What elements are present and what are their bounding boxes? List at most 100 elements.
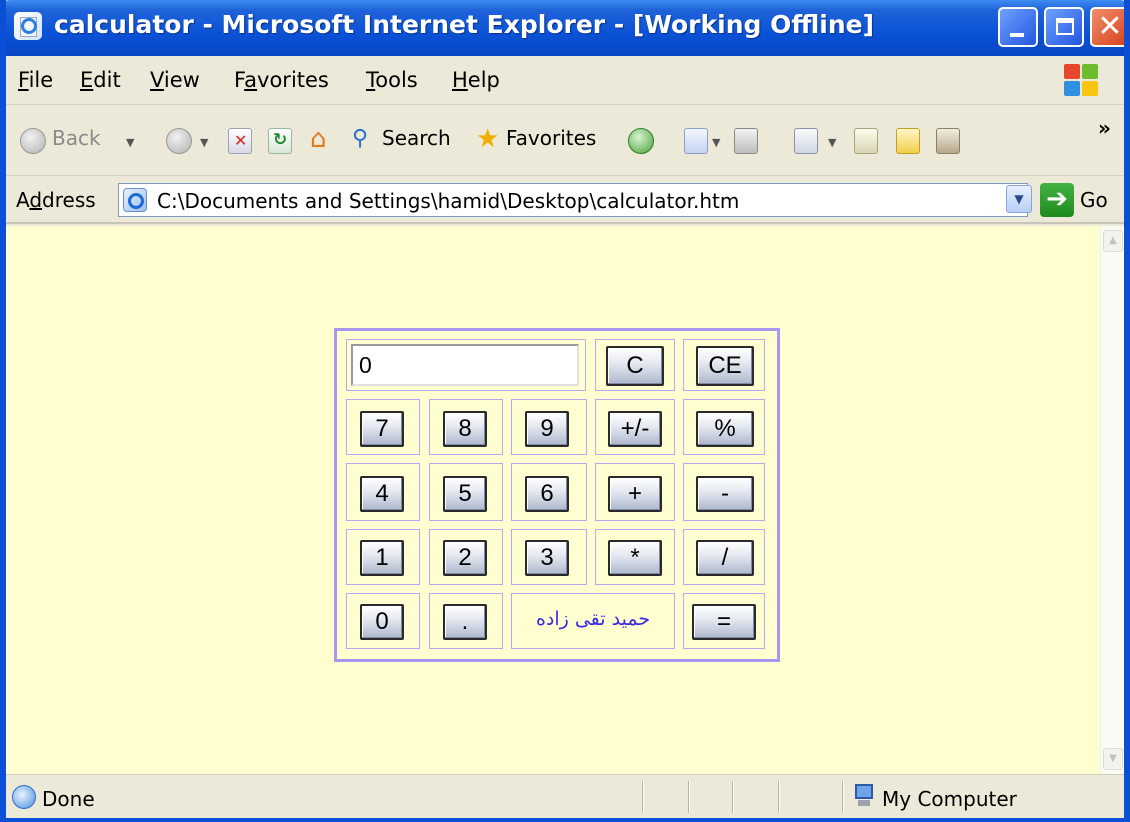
address-url[interactable]: C:\Documents and Settings\hamid\Desktop\…	[157, 189, 739, 213]
multiply-button[interactable]: *	[608, 540, 662, 576]
clear-entry-button[interactable]: CE	[696, 346, 754, 386]
window-title: calculator - Microsoft Internet Explorer…	[54, 10, 875, 39]
digit-3-button[interactable]: 3	[525, 540, 569, 576]
back-arrow-icon[interactable]	[20, 128, 46, 154]
calc-cell: 7	[346, 399, 420, 455]
display-cell: 0	[346, 339, 586, 391]
status-divider	[732, 781, 734, 813]
digit-4-button[interactable]: 4	[360, 476, 404, 512]
refresh-icon[interactable]: ↻	[268, 128, 292, 154]
security-zone: My Computer	[882, 787, 1017, 811]
discuss-icon[interactable]	[854, 128, 878, 154]
print-icon[interactable]	[734, 128, 758, 154]
author-signature: حمید تقی زاده	[535, 608, 651, 630]
stop-icon[interactable]: ✕	[228, 128, 252, 154]
calc-cell: 4	[346, 463, 420, 521]
search-icon[interactable]: ⚲	[352, 126, 376, 154]
mail-dropdown-icon[interactable]: ▼	[712, 136, 720, 149]
digit-7-button[interactable]: 7	[360, 411, 404, 447]
status-bar: Done My Computer	[6, 774, 1124, 818]
edit-dropdown-icon[interactable]: ▼	[828, 136, 836, 149]
close-button[interactable]: ✕	[1090, 7, 1124, 47]
home-icon[interactable]: ⌂	[310, 124, 334, 154]
standard-toolbar: Back ▼ ▼ ✕ ↻ ⌂ ⚲ Search ★ Favorites ▼ ▼ …	[6, 106, 1124, 176]
menu-file[interactable]: File	[18, 68, 53, 92]
page-content: 0 C CE 7 8 9 +/- % 4 5 6 + - 1 2 3 * / 0…	[6, 226, 1100, 774]
maximize-button[interactable]	[1044, 7, 1084, 47]
forward-dropdown-icon[interactable]: ▼	[200, 136, 208, 149]
address-bar: Address C:\Documents and Settings\hamid\…	[6, 176, 1124, 224]
digit-0-button[interactable]: 0	[360, 604, 404, 640]
scroll-down-icon[interactable]: ▼	[1103, 748, 1123, 770]
digit-8-button[interactable]: 8	[443, 411, 487, 447]
signature-cell: حمید تقی زاده	[511, 593, 675, 649]
mail-icon[interactable]	[684, 128, 708, 154]
ie-window: calculator - Microsoft Internet Explorer…	[0, 0, 1130, 822]
page-icon	[123, 188, 147, 212]
forward-arrow-icon[interactable]	[166, 128, 192, 154]
back-dropdown-icon[interactable]: ▼	[126, 136, 134, 149]
ie-done-icon	[12, 785, 36, 809]
go-button[interactable]: Go	[1080, 188, 1108, 212]
menu-help[interactable]: Help	[452, 68, 500, 92]
calc-cell: 6	[511, 463, 587, 521]
scroll-up-icon[interactable]: ▲	[1103, 230, 1123, 252]
calc-cell: +	[595, 463, 675, 521]
windows-logo-icon	[1064, 64, 1100, 98]
address-input[interactable]: C:\Documents and Settings\hamid\Desktop\…	[118, 183, 1028, 217]
digit-6-button[interactable]: 6	[525, 476, 569, 512]
calc-cell: -	[683, 463, 765, 521]
negate-button[interactable]: +/-	[608, 411, 662, 447]
calc-cell: 0	[346, 593, 420, 649]
calc-cell: 2	[429, 529, 503, 585]
favorites-star-icon[interactable]: ★	[476, 124, 500, 154]
minimize-button[interactable]	[998, 7, 1038, 47]
address-label: Address	[16, 188, 96, 212]
calc-cell: 1	[346, 529, 420, 585]
calculator-display[interactable]: 0	[351, 344, 579, 386]
subtract-button[interactable]: -	[696, 476, 754, 512]
divide-button[interactable]: /	[696, 540, 754, 576]
add-button[interactable]: +	[608, 476, 662, 512]
calc-cell: %	[683, 399, 765, 455]
calc-cell: 5	[429, 463, 503, 521]
back-button[interactable]: Back	[52, 126, 101, 150]
menu-favorites[interactable]: Favorites	[234, 68, 329, 92]
digit-1-button[interactable]: 1	[360, 540, 404, 576]
research-icon[interactable]	[936, 128, 960, 154]
calc-cell: /	[683, 529, 765, 585]
menu-tools[interactable]: Tools	[366, 68, 418, 92]
equals-button[interactable]: =	[692, 604, 756, 640]
title-bar[interactable]: calculator - Microsoft Internet Explorer…	[6, 0, 1124, 56]
menu-view[interactable]: View	[150, 68, 200, 92]
percent-button[interactable]: %	[696, 411, 754, 447]
edit-icon[interactable]	[794, 128, 818, 154]
go-arrow-icon[interactable]: ➔	[1040, 183, 1074, 217]
calc-cell: .	[429, 593, 503, 649]
status-text: Done	[42, 787, 95, 811]
calc-cell: 8	[429, 399, 503, 455]
digit-2-button[interactable]: 2	[443, 540, 487, 576]
toolbar-more-button[interactable]: »	[1098, 116, 1111, 140]
calc-cell: 9	[511, 399, 587, 455]
digit-9-button[interactable]: 9	[525, 411, 569, 447]
favorites-button[interactable]: Favorites	[506, 126, 596, 150]
decimal-button[interactable]: .	[443, 604, 487, 640]
clear-button[interactable]: C	[606, 346, 664, 386]
search-button[interactable]: Search	[382, 126, 451, 150]
digit-5-button[interactable]: 5	[443, 476, 487, 512]
menu-bar: File Edit View Favorites Tools Help	[6, 56, 1124, 105]
history-icon[interactable]	[628, 128, 654, 154]
calc-cell: *	[595, 529, 675, 585]
status-divider	[688, 781, 690, 813]
calculator: 0 C CE 7 8 9 +/- % 4 5 6 + - 1 2 3 * / 0…	[334, 328, 780, 662]
vertical-scrollbar[interactable]: ▲ ▼	[1100, 226, 1124, 774]
calc-cell: 3	[511, 529, 587, 585]
menu-edit[interactable]: Edit	[80, 68, 121, 92]
status-divider	[642, 781, 644, 813]
address-dropdown-icon[interactable]: ▼	[1006, 185, 1032, 213]
calc-cell: C	[595, 339, 675, 391]
messenger-icon[interactable]	[896, 128, 920, 154]
my-computer-icon	[852, 784, 876, 810]
status-divider	[778, 781, 780, 813]
